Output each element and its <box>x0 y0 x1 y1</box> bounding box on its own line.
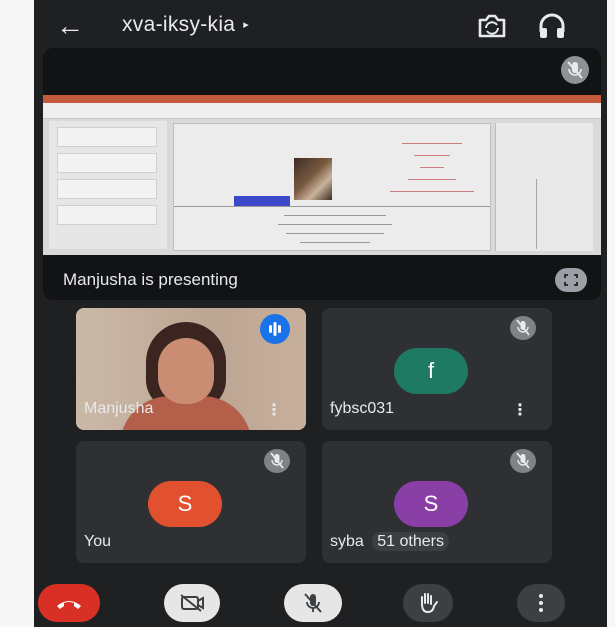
participant-name: You <box>84 533 111 550</box>
audio-output-button[interactable] <box>534 10 570 42</box>
app-ribbon <box>43 95 601 103</box>
end-call-button[interactable] <box>38 584 100 622</box>
presenter-label: Manjusha is presenting <box>63 270 238 289</box>
top-bar: ← xva-iksy-kia ▸ <box>34 0 607 50</box>
presentation-tile[interactable]: Manjusha is presenting <box>43 48 601 300</box>
avatar: S <box>148 481 222 527</box>
more-vertical-icon[interactable]: ⋮ <box>266 400 282 420</box>
slide-thumbnails <box>49 121 167 249</box>
meet-call-screen: ← xva-iksy-kia ▸ Manjusha is presenting … <box>34 0 607 627</box>
more-options-button[interactable] <box>517 584 565 622</box>
participant-name: syba 51 others <box>330 532 449 551</box>
call-controls <box>34 578 607 627</box>
participant-tile-others[interactable]: S syba 51 others <box>322 441 552 563</box>
mic-off-icon <box>561 56 589 84</box>
arrow-left-icon: ← <box>56 10 84 41</box>
mic-off-icon <box>510 316 536 340</box>
slide-divider <box>174 206 490 207</box>
app-toolbar <box>43 103 601 119</box>
participant-name: Manjusha <box>84 400 154 417</box>
avatar: S <box>394 481 468 527</box>
slide-page <box>173 123 491 251</box>
slide-title-text <box>384 136 480 192</box>
more-vertical-icon <box>539 594 543 612</box>
headphones-icon <box>539 13 565 38</box>
fullscreen-icon <box>564 274 578 286</box>
mic-off-icon <box>264 449 290 473</box>
participant-tile-you[interactable]: S You <box>76 441 306 563</box>
mic-off-icon <box>304 593 322 613</box>
slide-thumbnail <box>57 205 157 225</box>
raise-hand-button[interactable] <box>403 584 453 622</box>
back-button[interactable]: ← <box>50 8 90 44</box>
participant-tile-fybsc031[interactable]: f fybsc031 ⋮ <box>322 308 552 430</box>
meeting-code-button[interactable]: xva-iksy-kia ▸ <box>122 13 249 37</box>
fullscreen-button[interactable] <box>555 268 587 292</box>
caret-right-icon: ▸ <box>243 19 250 31</box>
slide-blue-bar <box>234 196 290 206</box>
slide-photo <box>294 158 332 200</box>
mic-off-icon <box>510 449 536 473</box>
participant-tile-manjusha[interactable]: Manjusha ⋮ <box>76 308 306 430</box>
app-side-panel <box>495 123 593 251</box>
switch-camera-button[interactable] <box>474 10 510 42</box>
participant-name-text: syba <box>330 533 364 550</box>
slide-thumbnail <box>57 127 157 147</box>
avatar: f <box>394 348 468 394</box>
meeting-code: xva-iksy-kia <box>122 13 236 36</box>
more-vertical-icon[interactable]: ⋮ <box>512 400 528 420</box>
camera-toggle-button[interactable] <box>164 584 220 622</box>
raise-hand-icon <box>421 593 438 614</box>
speaking-icon <box>260 314 290 344</box>
others-count: 51 others <box>372 532 449 551</box>
mic-toggle-button[interactable] <box>284 584 342 622</box>
participant-name: fybsc031 <box>330 400 395 417</box>
slide-thumbnail <box>57 153 157 173</box>
participant-face <box>158 338 214 404</box>
slide-thumbnail <box>57 179 157 199</box>
panel-divider <box>536 179 537 249</box>
shared-screen-content <box>43 95 601 255</box>
slide-subtitle-text <box>270 210 400 243</box>
end-call-icon <box>57 601 81 609</box>
camera-switch-icon <box>478 14 506 38</box>
camera-off-icon <box>180 594 204 612</box>
